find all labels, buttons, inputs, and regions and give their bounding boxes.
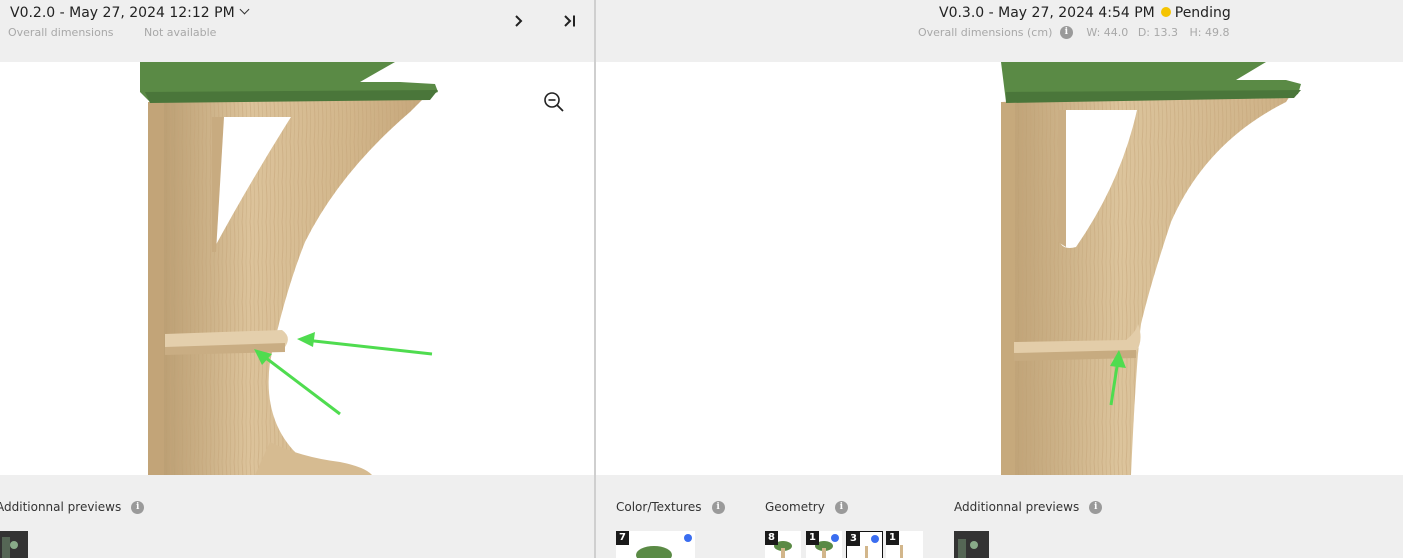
dim-width: W: 44.0 [1086,26,1129,39]
right-additional-previews-label: Additionnal previews i [954,500,1103,514]
chevron-right-icon [515,15,523,27]
thumb-count-badge: 8 [765,531,778,545]
thumb-image [2,537,18,558]
left-version-title: V0.2.0 - May 27, 2024 12:12 PM [10,5,235,21]
left-additional-preview-thumb[interactable] [0,531,28,558]
left-version-selector[interactable]: V0.2.0 - May 27, 2024 12:12 PM [10,4,250,21]
info-icon[interactable]: i [131,501,145,514]
left-version-pane: V0.2.0 - May 27, 2024 12:12 PM Overall d… [0,0,594,558]
color-textures-label: Color/Textures i [616,500,725,514]
thumb-count-badge: 7 [616,531,629,545]
dim-height: H: 49.8 [1189,26,1230,39]
chevron-down-icon [239,4,250,15]
right-dimensions-label: Overall dimensions (cm) [918,26,1053,39]
last-version-button[interactable] [559,10,581,32]
selection-dot [831,534,839,542]
geometry-thumb[interactable]: 8 [765,531,801,558]
right-version-title: V0.3.0 - May 27, 2024 4:54 PM [939,5,1155,21]
right-dimensions-row: Overall dimensions (cm) i W: 44.0 D: 13.… [918,25,1230,40]
selection-dot [871,535,879,543]
right-header: V0.3.0 - May 27, 2024 4:54 PM Pending Ove… [596,0,1403,62]
left-additional-previews-label: Additionnal previews i [0,500,145,514]
status-label: Pending [1174,5,1231,21]
next-version-button[interactable] [507,10,529,32]
thumb-count-badge: 1 [886,531,899,545]
right-preview-viewer[interactable] [596,62,1403,475]
thumb-count-badge: 3 [847,532,860,546]
right-version-pane: V0.3.0 - May 27, 2024 4:54 PM Pending Ove… [596,0,1403,558]
left-preview-viewer[interactable] [0,62,594,475]
left-dimensions-label: Overall dimensions [8,26,114,39]
color-texture-thumb[interactable]: 7 [616,531,695,558]
selection-dot [684,534,692,542]
right-additional-preview-thumb[interactable] [954,531,989,558]
thumb-image [958,539,978,558]
left-header: V0.2.0 - May 27, 2024 12:12 PM Overall d… [0,0,594,62]
info-icon[interactable]: i [1089,501,1103,514]
dim-depth: D: 13.3 [1137,26,1178,39]
zoom-out-button[interactable] [542,90,566,114]
right-preview-image [1001,62,1301,475]
geometry-thumb-selected[interactable]: 3 [846,531,883,558]
pending-status-dot [1160,7,1171,17]
geometry-thumb[interactable]: 1 [886,531,923,558]
zoom-out-icon [544,92,564,112]
left-dimensions-value: Not available [144,26,217,39]
thumb-count-badge: 1 [806,531,819,545]
info-icon[interactable]: i [834,501,848,514]
geometry-label: Geometry i [765,500,848,514]
geometry-thumb[interactable]: 1 [806,531,842,558]
skip-to-end-icon [564,15,575,27]
left-preview-image [140,62,438,475]
info-icon[interactable]: i [711,501,725,514]
info-icon[interactable]: i [1059,25,1073,39]
right-version-title-row: V0.3.0 - May 27, 2024 4:54 PM Pending [939,5,1231,21]
